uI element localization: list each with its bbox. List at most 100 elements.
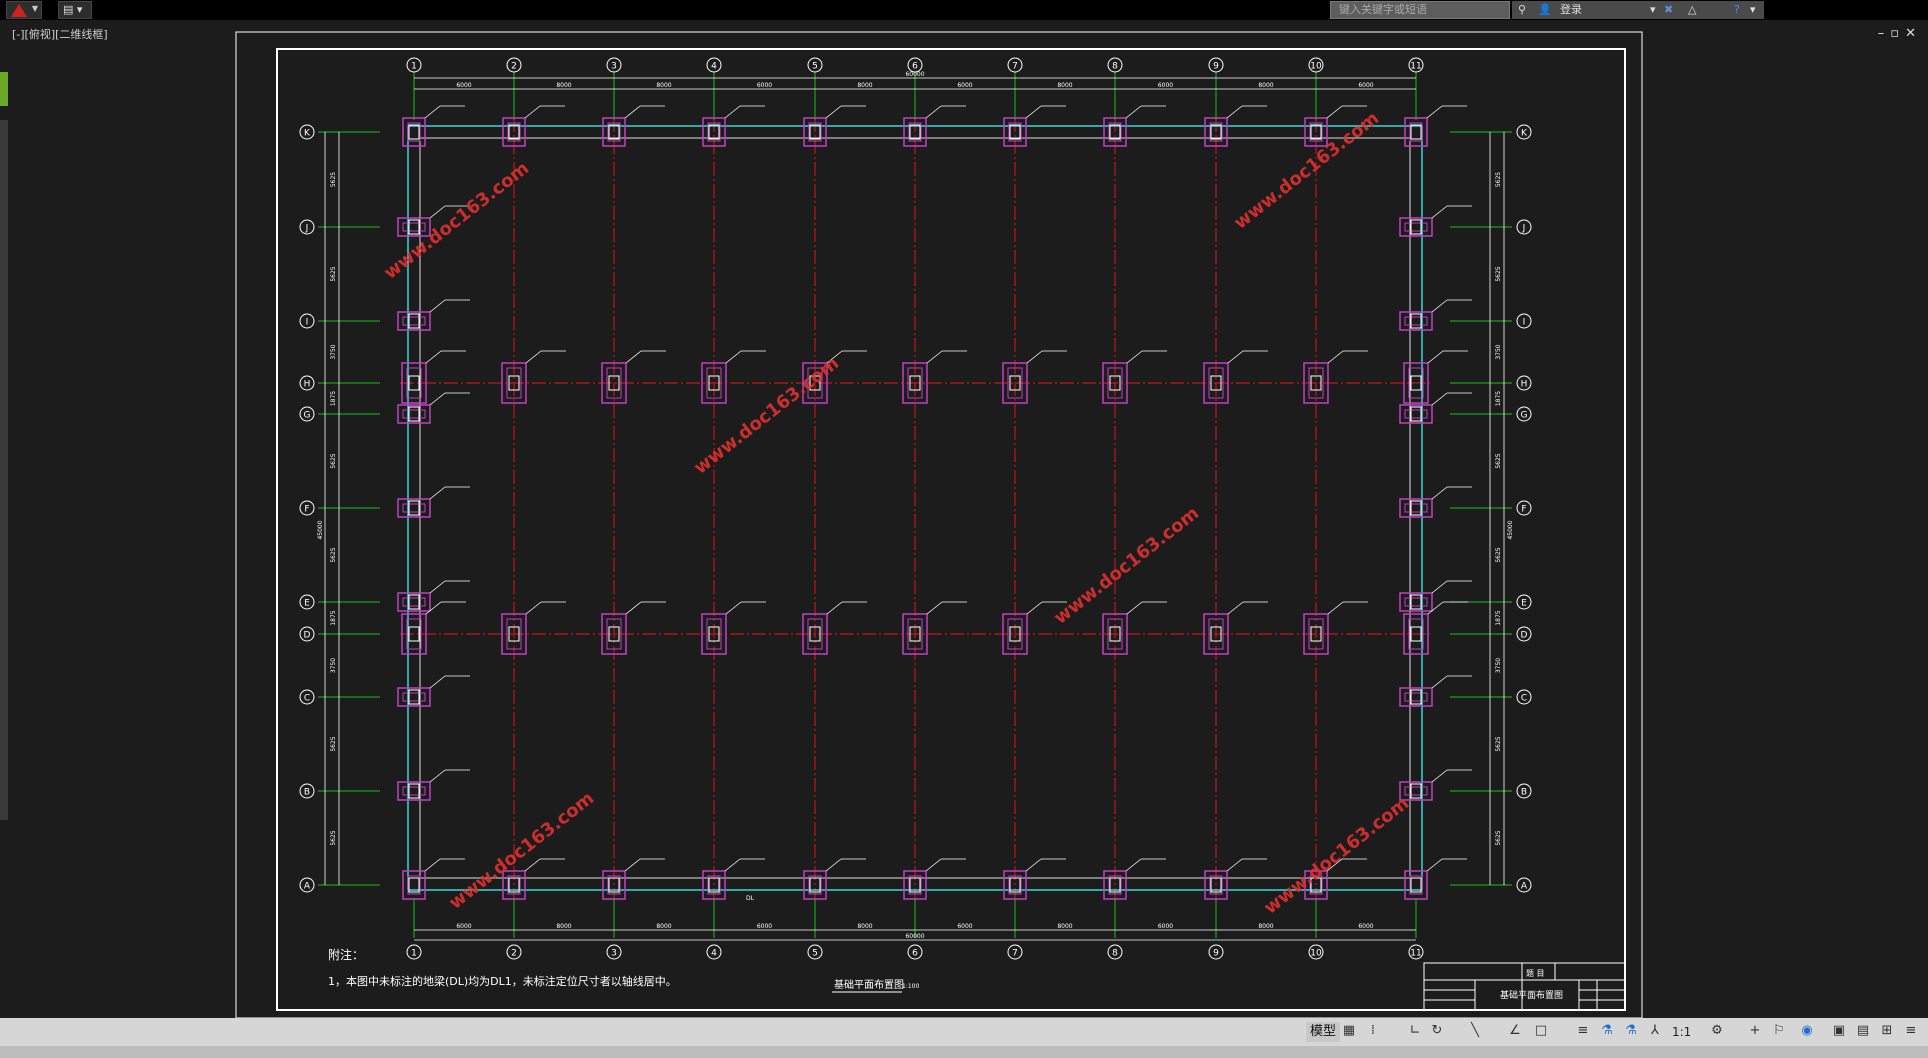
watermark-text: www.doc163.com (1050, 503, 1203, 629)
axis-bubble-label: E (304, 599, 310, 609)
leader-line (1431, 486, 1448, 500)
leader-line (1431, 299, 1448, 313)
snap-icon[interactable]: ⁞ (1366, 1024, 1380, 1038)
watermark-text: www.doc163.com (1260, 793, 1413, 919)
annotation-scale[interactable]: 1:1 (1672, 1025, 1691, 1039)
dimension-text: 1875 (330, 610, 337, 625)
dimension-text: 6000 (456, 82, 471, 89)
hardware-icon[interactable]: ▣ (1832, 1024, 1846, 1038)
dimension-text: 8000 (1258, 923, 1273, 930)
dimension-text: 8000 (556, 82, 571, 89)
footing-inner (402, 597, 426, 607)
leader-line (1226, 858, 1243, 872)
footing (1404, 870, 1428, 900)
leader-line (724, 858, 741, 872)
axis-bubble-label: 1 (411, 62, 417, 72)
otrack-icon[interactable]: ∠ (1508, 1024, 1522, 1038)
grid-icon[interactable]: ▦ (1342, 1024, 1356, 1038)
footing-inner (1404, 786, 1428, 796)
dimension-text: 5625 (1495, 266, 1502, 281)
leader-line (925, 105, 942, 119)
lineweight-icon[interactable]: □ (1534, 1024, 1548, 1038)
axis-bubble-label: 7 (1012, 949, 1018, 959)
osnap-icon[interactable]: ╲ (1468, 1024, 1482, 1038)
transparency-icon[interactable]: ≡ (1576, 1024, 1590, 1038)
polar-icon[interactable]: ↻ (1430, 1024, 1444, 1038)
leader-line (1126, 601, 1143, 615)
gear-icon[interactable]: ⚙ (1710, 1024, 1724, 1038)
leader-line (429, 205, 446, 219)
column-stub (408, 406, 420, 422)
leader-line (725, 350, 742, 364)
leader-line (1327, 350, 1344, 364)
axis-bubble-label: B (304, 788, 310, 798)
leader-line (429, 299, 446, 313)
axis-bubble-label: 3 (611, 949, 617, 959)
leader-line (1026, 601, 1043, 615)
plus-icon[interactable]: + (1748, 1024, 1762, 1038)
column-stub (408, 313, 420, 329)
leader-line (429, 675, 446, 689)
axis-bubble-label: D (304, 631, 311, 641)
axis-bubble-label: 10 (1310, 62, 1322, 72)
footing-inner (1409, 875, 1423, 895)
dimension-text: 5625 (1495, 830, 1502, 845)
dimension-text: 1875 (1495, 391, 1502, 406)
drawing-canvas[interactable]: 6000 8000 8000 6000 8000 6000 8000 6000 8000 6000… (0, 0, 1928, 1018)
title-block: 题 目 基础平面布置图 (1423, 962, 1626, 1011)
ortho-icon[interactable]: ∟ (1408, 1024, 1422, 1038)
leader-line (429, 392, 446, 406)
footing-inner (402, 786, 426, 796)
notes-line: 1，本图中未标注的地梁(DL)均为DL1，未标注定位尺寸者以轴线居中。 (328, 974, 677, 988)
axis-bubble-label: 8 (1112, 62, 1118, 72)
autoscale-icon[interactable]: ⚗ (1624, 1024, 1638, 1038)
axis-bubble-label: 10 (1310, 949, 1322, 959)
leader-line (925, 858, 942, 872)
footing-inner (1404, 222, 1428, 232)
dimension-text: 1875 (330, 391, 337, 406)
annotation-scale-icon[interactable]: ⅄ (1648, 1024, 1662, 1038)
leader-line (425, 601, 442, 615)
dimension-text: 6000 (456, 923, 471, 930)
column-stub (1410, 406, 1422, 422)
model-tab[interactable]: 模型 (1306, 1022, 1341, 1042)
clean-screen-icon[interactable]: ▤ (1856, 1024, 1870, 1038)
tag-dl: DL (746, 895, 755, 902)
axis-bubble-label: 2 (511, 949, 517, 959)
dimension-text: 6000 (1158, 82, 1173, 89)
dimension-text: 5625 (330, 736, 337, 751)
dimension-text: 6000 (1358, 923, 1373, 930)
column-stub (408, 594, 420, 610)
dimension-text: 6000 (1158, 923, 1173, 930)
leader-line (825, 105, 842, 119)
leader-line (625, 350, 642, 364)
column-stub (1410, 783, 1422, 799)
footing-inner (402, 316, 426, 326)
annotation-visibility-icon[interactable]: ⚗ (1600, 1024, 1614, 1038)
leader-line (1126, 350, 1143, 364)
axis-bubble-label: K (304, 129, 311, 139)
dimension-text: 6000 (1358, 82, 1373, 89)
leader-line (1227, 601, 1244, 615)
plan-scale: 1:100 (902, 983, 919, 990)
axis-bubble-label: 6 (912, 949, 918, 959)
footing-inner (1404, 503, 1428, 513)
leader-line (1025, 105, 1042, 119)
customize-icon[interactable]: ⊞ (1880, 1024, 1894, 1038)
dimension-text: 5625 (1495, 547, 1502, 562)
axis-bubble-label: D (1521, 631, 1528, 641)
footing (402, 117, 426, 147)
column-stub (1410, 313, 1422, 329)
menu-icon[interactable]: ≡ (1904, 1024, 1918, 1038)
svg-text:基础平面布置图: 基础平面布置图 (1500, 989, 1563, 1001)
axis-bubble-label: C (1521, 694, 1527, 704)
axis-bubble-label: I (306, 318, 309, 328)
leader-line (926, 601, 943, 615)
watermarks: www.doc163.com www.doc163.com www.doc163.c… (380, 108, 1413, 919)
footing-inner (402, 409, 426, 419)
leader-line (1426, 858, 1443, 872)
workspace-icon[interactable]: ⚐ (1772, 1024, 1786, 1038)
leader-line (1431, 675, 1448, 689)
isolate-icon[interactable]: ◉ (1800, 1024, 1814, 1038)
leader-line (1026, 350, 1043, 364)
